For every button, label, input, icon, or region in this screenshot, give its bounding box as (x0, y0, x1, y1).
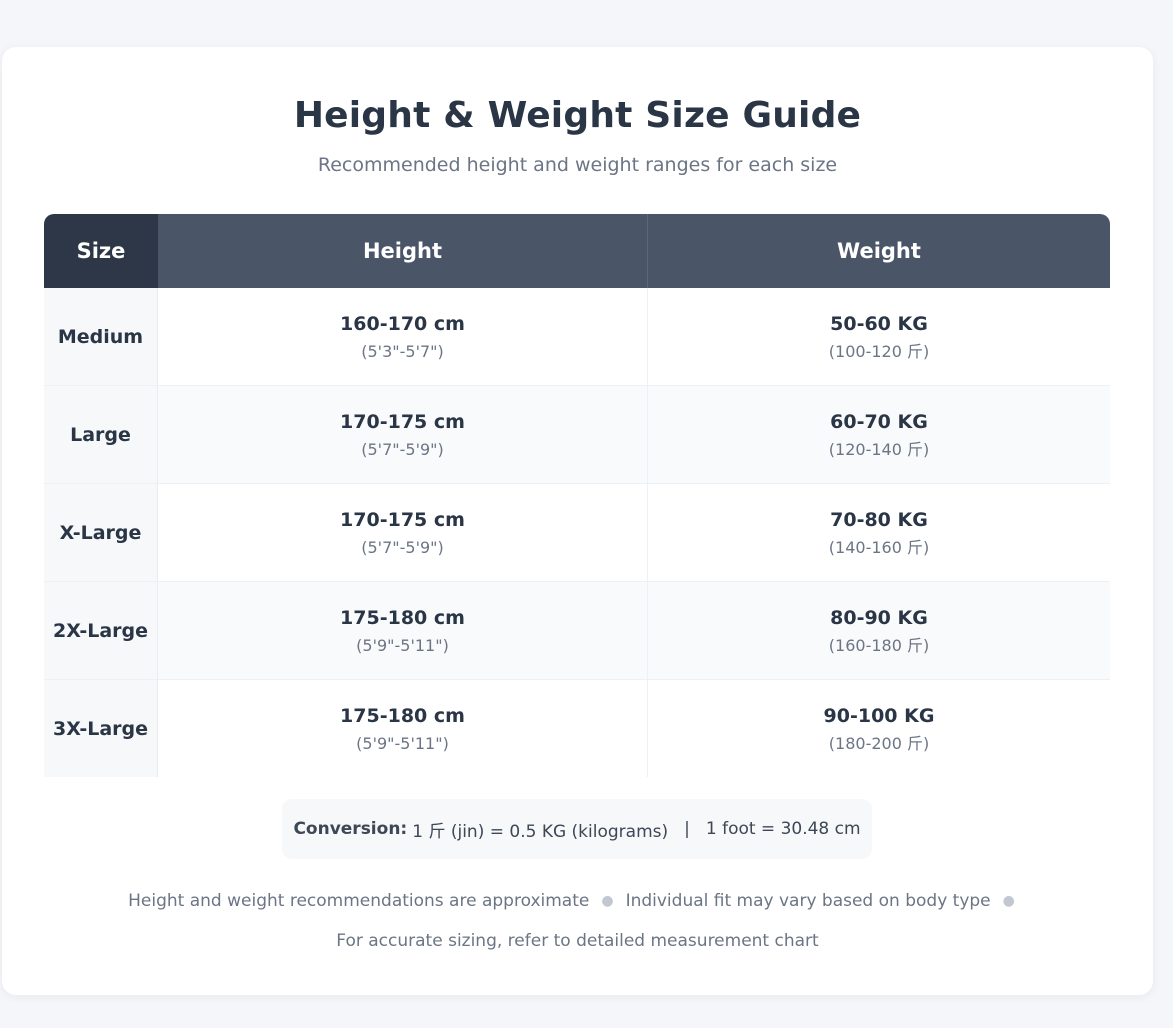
page-title: Height & Weight Size Guide (293, 95, 862, 136)
size-guide-card: Height & Weight Size Guide Recommended h… (2, 47, 1153, 995)
header-size: Size (44, 214, 158, 288)
height-cell: 160-170 cm (5'3"-5'7") (158, 288, 648, 386)
weight-kg: 80-90 KG (830, 606, 928, 629)
fit-notes: Height and weight recommendations are ap… (2, 887, 1153, 967)
height-metric: 160-170 cm (340, 312, 465, 335)
weight-cell: 90-100 KG (180-200 斤) (648, 680, 1110, 777)
conversion-weight: 1 斤 (jin) = 0.5 KG (kilograms) (412, 821, 669, 842)
height-imperial: (5'9"-5'11") (356, 733, 449, 753)
height-imperial: (5'7"-5'9") (361, 537, 444, 557)
bullet-dot-icon: ● (1002, 893, 1015, 909)
table-row: X-Large 170-175 cm (5'7"-5'9") 70-80 KG … (44, 484, 1110, 582)
weight-jin: (120-140 斤) (828, 439, 930, 459)
note-item: Height and weight recommendations are ap… (128, 891, 590, 911)
height-cell: 170-175 cm (5'7"-5'9") (158, 386, 648, 484)
conversion-length: 1 foot = 30.48 cm (705, 819, 861, 839)
conversion-label: Conversion: (293, 819, 408, 839)
size-label: Large (44, 386, 158, 484)
notes-line: Height and weight recommendations are ap… (2, 887, 1153, 927)
notes-line: For accurate sizing, refer to detailed m… (2, 927, 1153, 967)
weight-kg: 50-60 KG (830, 312, 928, 335)
weight-jin: (160-180 斤) (828, 635, 930, 655)
weight-jin: (180-200 斤) (828, 733, 930, 753)
height-imperial: (5'7"-5'9") (361, 439, 444, 459)
weight-kg: 70-80 KG (830, 508, 928, 531)
conversion-note: Conversion: 1 斤 (jin) = 0.5 KG (kilogram… (282, 799, 872, 859)
height-imperial: (5'9"-5'11") (356, 635, 449, 655)
weight-cell: 50-60 KG (100-120 斤) (648, 288, 1110, 386)
height-metric: 170-175 cm (340, 508, 465, 531)
note-item: For accurate sizing, refer to detailed m… (336, 931, 819, 951)
header-height: Height (158, 214, 648, 288)
note-item: Individual fit may vary based on body ty… (625, 891, 991, 911)
page-subtitle: Recommended height and weight ranges for… (317, 154, 838, 176)
weight-cell: 70-80 KG (140-160 斤) (648, 484, 1110, 582)
size-label: Medium (44, 288, 158, 386)
weight-cell: 60-70 KG (120-140 斤) (648, 386, 1110, 484)
height-metric: 170-175 cm (340, 410, 465, 433)
table-row: 3X-Large 175-180 cm (5'9"-5'11") 90-100 … (44, 680, 1110, 777)
table-row: 2X-Large 175-180 cm (5'9"-5'11") 80-90 K… (44, 582, 1110, 680)
weight-jin: (100-120 斤) (828, 341, 930, 361)
table-header-row: Size Height Weight (44, 214, 1110, 288)
header-weight: Weight (648, 214, 1110, 288)
size-label: 2X-Large (44, 582, 158, 680)
table-row: Large 170-175 cm (5'7"-5'9") 60-70 KG (1… (44, 386, 1110, 484)
size-label: 3X-Large (44, 680, 158, 777)
height-cell: 170-175 cm (5'7"-5'9") (158, 484, 648, 582)
height-cell: 175-180 cm (5'9"-5'11") (158, 582, 648, 680)
conversion-separator: | (684, 819, 690, 839)
bullet-dot-icon: ● (601, 893, 614, 909)
table-row: Medium 160-170 cm (5'3"-5'7") 50-60 KG (… (44, 288, 1110, 386)
size-table: Size Height Weight Medium 160-170 cm (5'… (44, 214, 1110, 777)
height-imperial: (5'3"-5'7") (361, 341, 444, 361)
height-metric: 175-180 cm (340, 606, 465, 629)
height-cell: 175-180 cm (5'9"-5'11") (158, 680, 648, 777)
height-metric: 175-180 cm (340, 704, 465, 727)
weight-kg: 90-100 KG (823, 704, 935, 727)
weight-kg: 60-70 KG (830, 410, 928, 433)
size-label: X-Large (44, 484, 158, 582)
weight-jin: (140-160 斤) (828, 537, 930, 557)
weight-cell: 80-90 KG (160-180 斤) (648, 582, 1110, 680)
